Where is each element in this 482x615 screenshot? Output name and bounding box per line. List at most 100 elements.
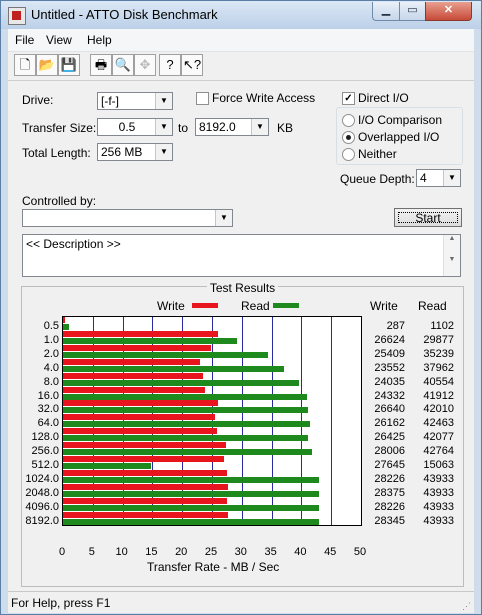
app-window: Untitled - ATTO Disk Benchmark ▁ ▭ ✕ Fil…: [0, 0, 482, 615]
write-value: 24035: [374, 375, 405, 388]
write-column-header: Write: [370, 299, 398, 313]
io-comparison-label[interactable]: I/O Comparison: [358, 113, 442, 127]
write-bar: [63, 469, 228, 476]
description-text: << Description >>: [26, 237, 121, 251]
x-tick-label: 45: [324, 546, 337, 558]
overlapped-io-radio[interactable]: [342, 131, 355, 144]
chevron-down-icon[interactable]: ▼: [215, 210, 232, 226]
read-value: 41912: [423, 389, 454, 402]
close-button[interactable]: ✕: [425, 2, 472, 21]
kb-label: KB: [277, 121, 294, 135]
read-value: 42077: [423, 431, 454, 444]
y-tick-label: 4.0: [43, 361, 59, 374]
y-tick-label: 16.0: [37, 389, 59, 402]
chevron-down-icon[interactable]: ▼: [251, 119, 268, 135]
y-tick-label: 1024.0: [25, 472, 59, 485]
print-preview-icon[interactable]: 🔍: [112, 54, 134, 76]
force-write-checkbox[interactable]: [196, 92, 209, 105]
read-value: 42764: [423, 445, 454, 458]
direct-io-checkbox[interactable]: ✓: [342, 92, 355, 105]
description-scrollbar[interactable]: ▲ ▼: [443, 235, 460, 276]
chart-gridline: [331, 317, 333, 525]
resize-grip-icon[interactable]: ⋰: [462, 601, 472, 611]
write-bar: [63, 456, 224, 462]
help-icon[interactable]: ?: [159, 54, 181, 76]
read-bar: [63, 407, 308, 414]
controlled-by-select[interactable]: ▼: [22, 209, 233, 227]
toolbar: 🗋 📂 💾 🖶 🔍 ✥ ? ↖?: [8, 52, 474, 81]
maximize-button[interactable]: ▭: [399, 2, 426, 21]
read-value: 43933: [423, 486, 454, 499]
write-bar: [63, 330, 218, 337]
neither-radio[interactable]: [342, 148, 355, 161]
total-length-value: 256 MB: [101, 145, 143, 159]
status-bar: For Help, press F1 ⋰: [8, 591, 474, 613]
menu-bar: File View Help: [8, 29, 474, 52]
chevron-down-icon[interactable]: ▼: [155, 119, 172, 135]
transfer-from-select[interactable]: 0.5 ▼: [97, 118, 173, 136]
force-write-label[interactable]: Force Write Access: [212, 91, 315, 105]
write-bar: [63, 428, 217, 435]
write-bar: [63, 386, 205, 393]
y-tick-label: 1.0: [43, 333, 59, 346]
to-label: to: [178, 121, 189, 135]
y-tick-label: 8192.0: [25, 514, 59, 527]
save-icon[interactable]: 💾: [58, 54, 80, 76]
drive-select[interactable]: [-f-] ▼: [97, 92, 173, 110]
title-bar[interactable]: Untitled - ATTO Disk Benchmark ▁ ▭ ✕: [1, 1, 481, 29]
x-tick-label: 40: [294, 546, 307, 558]
direct-io-label[interactable]: Direct I/O: [358, 91, 409, 105]
start-button-label: Start: [398, 212, 458, 224]
queue-depth-label: Queue Depth:: [340, 172, 415, 186]
read-value: 40554: [423, 375, 454, 388]
read-bar: [63, 449, 312, 456]
read-bar: [63, 324, 70, 330]
read-value: 29877: [423, 333, 454, 346]
write-value: 28345: [374, 514, 405, 527]
minimize-button[interactable]: ▁: [372, 2, 400, 21]
open-icon[interactable]: 📂: [36, 54, 58, 76]
transfer-to-select[interactable]: 8192.0 ▼: [195, 118, 269, 136]
move-icon[interactable]: ✥: [134, 54, 156, 76]
queue-depth-select[interactable]: 4 ▼: [416, 169, 461, 187]
x-axis-label: Transfer Rate - MB / Sec: [147, 560, 280, 574]
window-title: Untitled - ATTO Disk Benchmark: [31, 7, 218, 22]
io-comparison-radio[interactable]: [342, 114, 355, 127]
neither-label[interactable]: Neither: [358, 147, 397, 161]
menu-file[interactable]: File: [15, 33, 34, 47]
y-tick-label: 512.0: [31, 459, 59, 471]
x-tick-label: 5: [88, 546, 95, 558]
overlapped-io-label[interactable]: Overlapped I/O: [358, 130, 439, 144]
total-length-label: Total Length:: [22, 146, 91, 160]
write-bar: [63, 483, 229, 490]
read-bar: [63, 476, 319, 483]
read-column-header: Read: [418, 299, 447, 313]
write-bar: [63, 400, 219, 407]
queue-depth-value: 4: [420, 171, 427, 185]
chevron-down-icon[interactable]: ▼: [155, 144, 172, 160]
chevron-down-icon[interactable]: ▼: [443, 170, 460, 186]
transfer-size-label: Transfer Size:: [22, 121, 97, 135]
write-value: 28375: [374, 486, 405, 499]
total-length-select[interactable]: 256 MB ▼: [97, 143, 173, 161]
chart-plot-area: [62, 316, 362, 526]
start-button[interactable]: Start: [394, 208, 462, 227]
write-value: 23552: [374, 361, 405, 374]
print-icon[interactable]: 🖶: [90, 54, 112, 76]
new-icon[interactable]: 🗋: [14, 54, 36, 76]
results-title: Test Results: [206, 281, 279, 295]
write-value: 27645: [374, 459, 405, 471]
y-tick-label: 2048.0: [25, 486, 59, 499]
read-bar: [63, 337, 237, 344]
chevron-down-icon[interactable]: ▼: [155, 93, 172, 109]
x-tick-label: 50: [353, 546, 367, 558]
write-bar: [63, 317, 65, 323]
menu-help[interactable]: Help: [87, 33, 112, 47]
app-icon[interactable]: [8, 7, 26, 25]
write-value: 26640: [374, 403, 405, 416]
menu-view[interactable]: View: [46, 33, 72, 47]
description-box[interactable]: << Description >> ▲ ▼: [22, 234, 461, 277]
x-tick-label: 15: [145, 546, 158, 558]
context-help-icon[interactable]: ↖?: [181, 54, 203, 76]
read-bar: [63, 490, 319, 497]
